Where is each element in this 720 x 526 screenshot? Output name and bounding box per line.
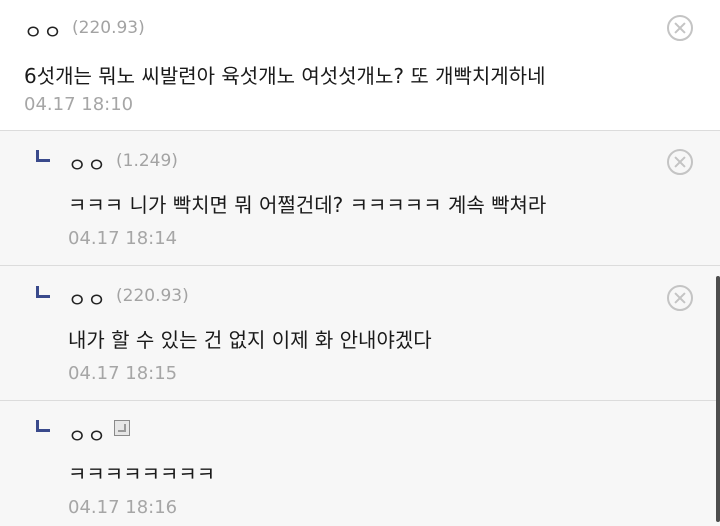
reply-timestamp: 04.17 18:15 (68, 363, 178, 384)
reply-text: ㅋㅋㅋㅋㅋㅋㅋㅋ (68, 462, 216, 486)
scrollbar[interactable] (716, 276, 720, 522)
comment-nickname[interactable]: ㅇㅇ (24, 16, 63, 45)
comment-text: 6섯개는 뭐노 씨발련아 육섯개노 여섯섯개노? 또 개빡치게하네 (24, 64, 546, 88)
reply-arrow-icon (36, 150, 50, 162)
reply-arrow-icon (36, 286, 50, 298)
delete-icon[interactable] (667, 149, 693, 175)
reply-text: 내가 할 수 있는 건 없지 이제 화 안내야겠다 (68, 328, 432, 352)
comment-thread: ㅇㅇ (220.93) 6섯개는 뭐노 씨발련아 육섯개노 여섯섯개노? 또 개… (0, 0, 720, 526)
reply-comment: ㅇㅇ ㅋㅋㅋㅋㅋㅋㅋㅋ 04.17 18:16 (0, 401, 720, 526)
reply-text: ㅋㅋㅋ 니가 빡치면 뭐 어쩔건데? ㅋㅋㅋㅋㅋ 계속 빡쳐라 (68, 193, 547, 217)
reply-arrow-icon (36, 420, 50, 432)
reply-comment: ㅇㅇ (1.249) ㅋㅋㅋ 니가 빡치면 뭐 어쩔건데? ㅋㅋㅋㅋㅋ 계속 빡… (0, 131, 720, 266)
comment-timestamp: 04.17 18:10 (24, 94, 134, 115)
comment: ㅇㅇ (220.93) 6섯개는 뭐노 씨발련아 육섯개노 여섯섯개노? 또 개… (0, 0, 720, 131)
fixed-nickname-icon (114, 420, 130, 436)
reply-timestamp: 04.17 18:14 (68, 228, 178, 249)
comment-ip: (220.93) (72, 18, 145, 38)
reply-timestamp: 04.17 18:16 (68, 497, 178, 518)
reply-comment: ㅇㅇ (220.93) 내가 할 수 있는 건 없지 이제 화 안내야겠다 04… (0, 266, 720, 401)
delete-icon[interactable] (667, 15, 693, 41)
reply-nickname[interactable]: ㅇㅇ (68, 420, 107, 449)
reply-ip: (220.93) (116, 286, 189, 306)
reply-nickname[interactable]: ㅇㅇ (68, 284, 107, 313)
reply-nickname[interactable]: ㅇㅇ (68, 149, 107, 178)
delete-icon[interactable] (667, 285, 693, 311)
reply-ip: (1.249) (116, 151, 178, 171)
